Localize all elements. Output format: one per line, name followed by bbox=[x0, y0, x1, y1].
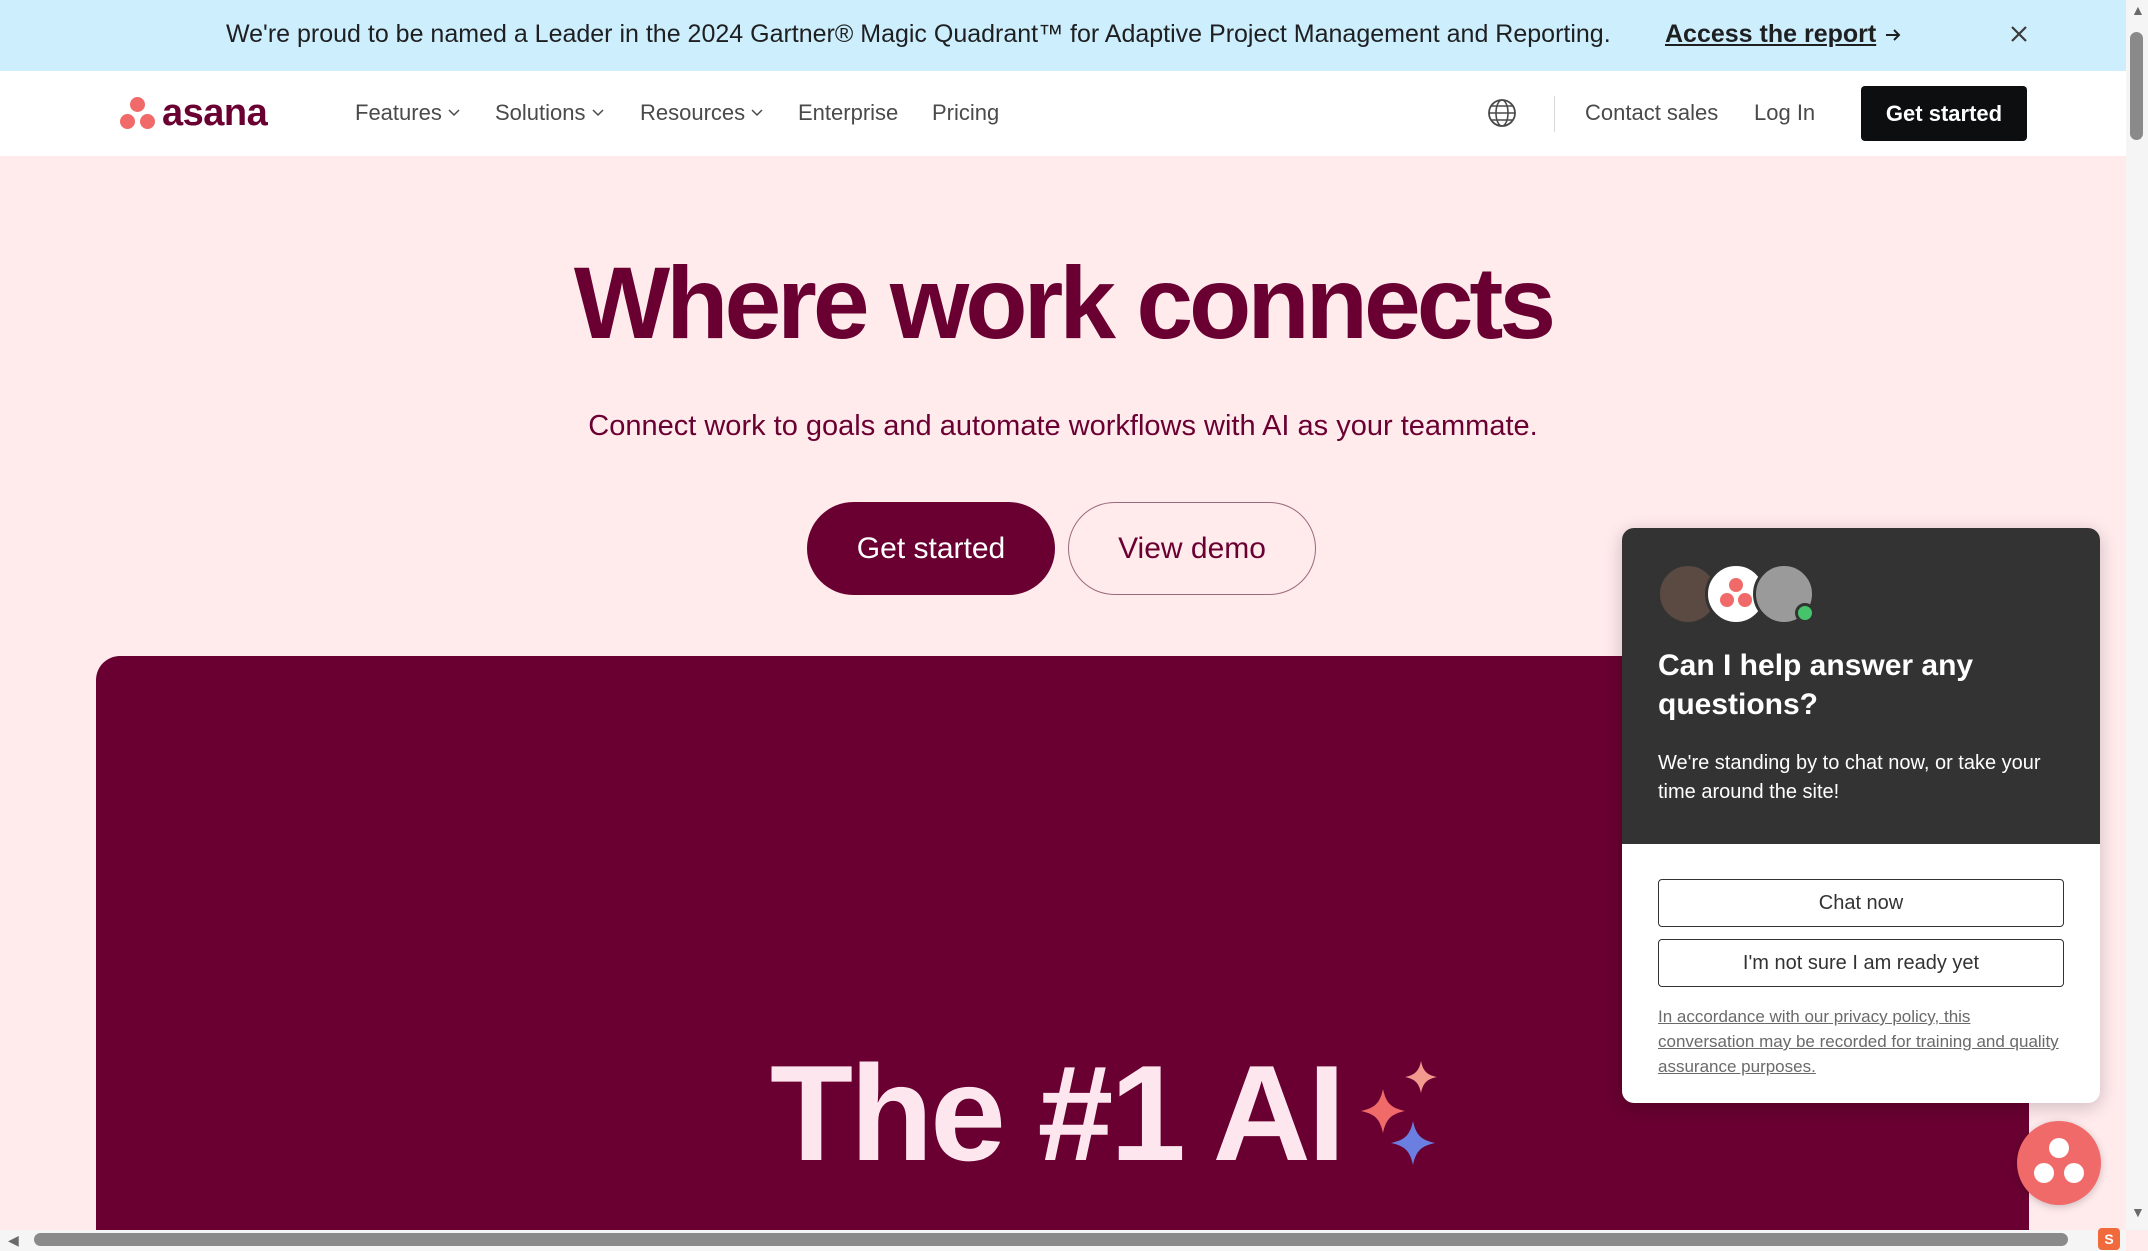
launcher-dot bbox=[2064, 1163, 2084, 1183]
launcher-dot bbox=[2034, 1163, 2054, 1183]
horizontal-scroll-thumb[interactable] bbox=[34, 1233, 2068, 1246]
nav-item-label: Features bbox=[355, 100, 442, 125]
hero-title: Where work connects bbox=[573, 246, 1556, 360]
online-status-dot bbox=[1795, 603, 1815, 623]
scroll-up-icon[interactable]: ▲ bbox=[2131, 2, 2145, 18]
nav-divider bbox=[1554, 96, 1555, 132]
chat-widget: Can I help answer any questions? We're s… bbox=[1622, 528, 2100, 1103]
privacy-note-link[interactable]: In accordance with our privacy policy, t… bbox=[1658, 1004, 2068, 1079]
vertical-scrollbar[interactable] bbox=[2126, 0, 2148, 1230]
arrow-right-icon bbox=[1886, 28, 1901, 41]
contact-sales-link[interactable]: Contact sales bbox=[1585, 100, 1718, 126]
ai-headline-text: The #1 AI bbox=[770, 1037, 1346, 1189]
chevron-down-icon bbox=[591, 109, 604, 117]
chevron-down-icon bbox=[448, 109, 460, 117]
nav-item-label: Solutions bbox=[495, 100, 586, 125]
hero-subtitle: Connect work to goals and automate workf… bbox=[588, 410, 1538, 442]
sparkle-icon bbox=[1360, 1061, 1437, 1165]
chat-body: We're standing by to chat now, or take y… bbox=[1658, 752, 2041, 803]
nav-item-label: Resources bbox=[640, 100, 746, 125]
globe-icon[interactable] bbox=[1486, 97, 1518, 129]
asana-logo[interactable]: asana bbox=[118, 92, 268, 135]
logo-wordmark: asana bbox=[162, 92, 268, 134]
vertical-scroll-thumb[interactable] bbox=[2130, 32, 2143, 140]
extension-icon[interactable]: S bbox=[2098, 1228, 2120, 1250]
nav-item-enterprise[interactable]: Enterprise bbox=[798, 100, 898, 126]
chevron-down-icon bbox=[751, 109, 763, 117]
scroll-left-icon[interactable]: ◀ bbox=[8, 1232, 19, 1249]
access-report-link[interactable]: Access the report bbox=[1665, 20, 1902, 49]
asana-logo-icon bbox=[118, 96, 158, 132]
nav-item-label: Enterprise bbox=[798, 100, 899, 125]
chat-now-button[interactable]: Chat now bbox=[1658, 879, 2064, 927]
access-report-label: Access the report bbox=[1665, 20, 1877, 48]
agent-avatars bbox=[1657, 563, 1837, 625]
scroll-down-icon[interactable]: ▼ bbox=[2131, 1204, 2145, 1220]
nav-item-pricing[interactable]: Pricing bbox=[932, 100, 999, 126]
ai-headline: The #1 AI bbox=[770, 1035, 1451, 1191]
chat-title: Can I help answer any questions? bbox=[1658, 649, 1974, 721]
nav-item-label: Pricing bbox=[932, 100, 1000, 125]
chat-launcher-button[interactable] bbox=[2017, 1121, 2101, 1205]
hero-get-started-button[interactable]: Get started bbox=[807, 502, 1055, 595]
nav-item-features[interactable]: Features bbox=[355, 100, 460, 126]
log-in-link[interactable]: Log In bbox=[1754, 100, 1815, 126]
banner-text: We're proud to be named a Leader in the … bbox=[226, 20, 1611, 48]
nav-get-started-button[interactable]: Get started bbox=[1861, 86, 2027, 141]
launcher-dot bbox=[2049, 1138, 2069, 1158]
nav-item-solutions[interactable]: Solutions bbox=[495, 100, 604, 126]
not-ready-button[interactable]: I'm not sure I am ready yet bbox=[1658, 939, 2064, 987]
view-demo-button[interactable]: View demo bbox=[1068, 502, 1316, 595]
close-icon[interactable] bbox=[2005, 20, 2033, 48]
nav-item-resources[interactable]: Resources bbox=[640, 100, 763, 126]
